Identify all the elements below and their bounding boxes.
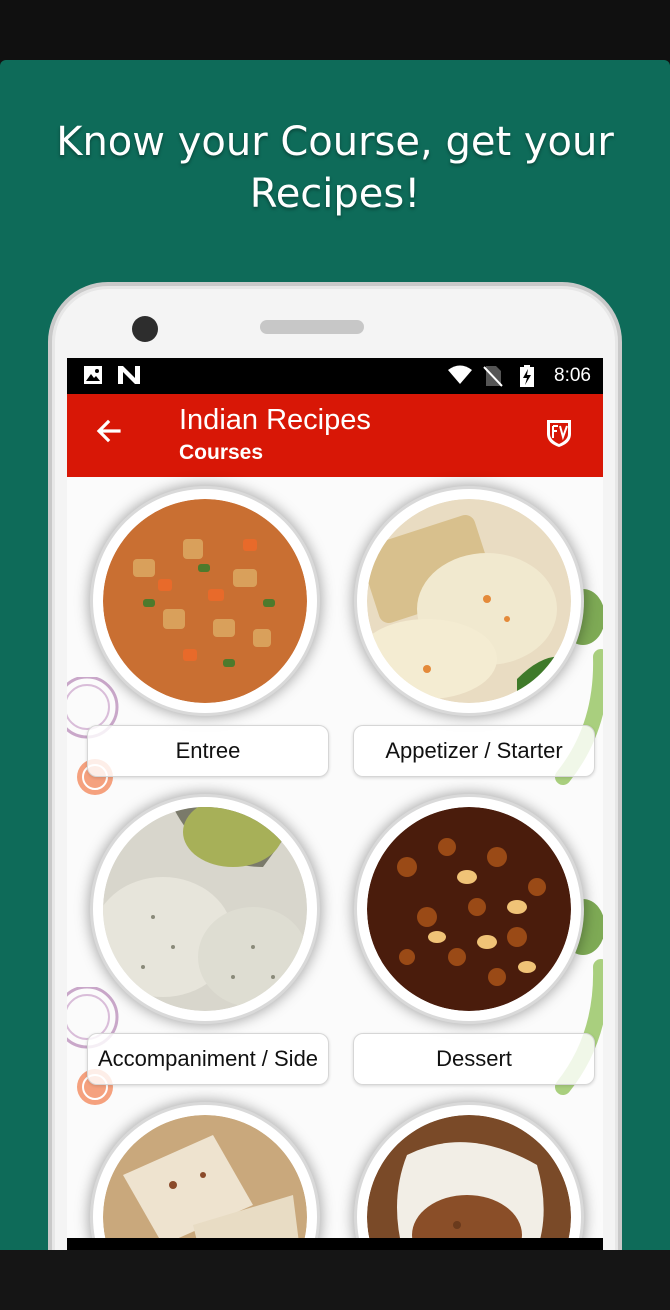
course-image-frame xyxy=(357,1105,581,1252)
battery-charging-icon xyxy=(519,365,535,392)
course-photo xyxy=(103,1115,307,1252)
image-icon xyxy=(83,365,103,390)
wifi-icon xyxy=(447,365,473,390)
app-bar: Indian Recipes Courses xyxy=(67,394,603,477)
status-bar: 8:06 xyxy=(67,358,603,394)
course-image-frame xyxy=(93,797,317,1021)
fv-logo-icon[interactable] xyxy=(545,418,573,448)
no-sim-icon xyxy=(483,365,503,392)
course-photo xyxy=(367,499,571,703)
course-photo xyxy=(367,1115,571,1252)
course-photo xyxy=(103,499,307,703)
course-photo xyxy=(103,807,307,1011)
phone-frame: 8:06 Indian Recipes Courses Entree Appet… xyxy=(48,282,622,1252)
device-top-bar xyxy=(0,0,670,60)
courses-grid: Entree Appetizer / Starter Accompaniment… xyxy=(67,477,603,1252)
promo-headline: Know your Course, get your Recipes! xyxy=(56,119,614,217)
promo-panel: Know your Course, get your Recipes! 8:06… xyxy=(0,60,670,1252)
device-bottom-bar xyxy=(0,1250,670,1310)
speaker-grille xyxy=(260,320,364,334)
course-image-frame xyxy=(93,489,317,713)
arrow-back-icon[interactable] xyxy=(93,416,123,453)
phone-screen: 8:06 Indian Recipes Courses Entree Appet… xyxy=(67,358,603,1252)
course-image-frame xyxy=(93,1105,317,1252)
n-icon xyxy=(117,365,141,390)
camera-icon xyxy=(132,316,158,342)
app-subtitle: Courses xyxy=(179,441,264,464)
course-image-frame xyxy=(357,797,581,1021)
course-label[interactable]: Accompaniment / Side xyxy=(87,1033,329,1085)
status-time: 8:06 xyxy=(554,365,591,386)
course-label[interactable]: Dessert xyxy=(353,1033,595,1085)
app-title: Indian Recipes xyxy=(179,404,371,436)
course-label[interactable]: Entree xyxy=(87,725,329,777)
course-photo xyxy=(367,807,571,1011)
course-image-frame xyxy=(357,489,581,713)
course-label[interactable]: Appetizer / Starter xyxy=(353,725,595,777)
